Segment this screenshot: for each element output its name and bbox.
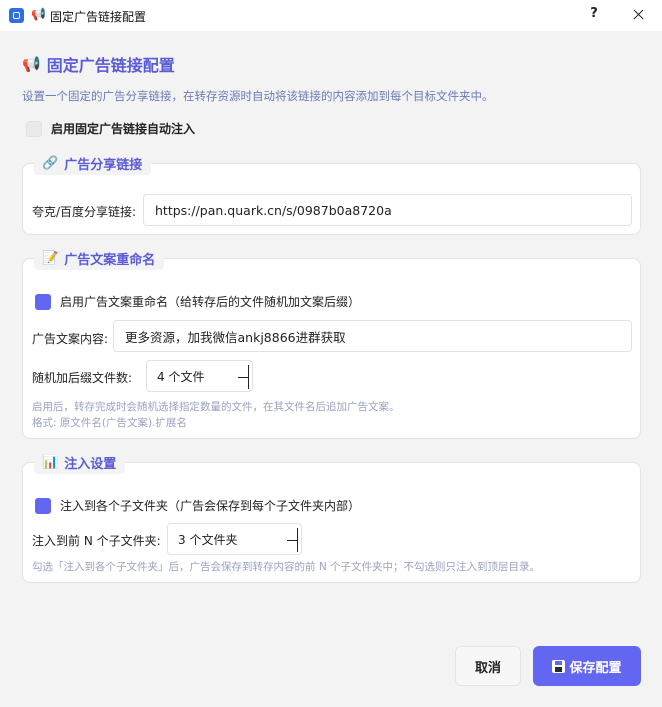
close-icon[interactable] bbox=[625, 4, 651, 26]
subfolder-count-label: 注入到前 N 个子文件夹: bbox=[32, 534, 161, 548]
suffix-count-label: 随机加后缀文件数: bbox=[32, 371, 133, 385]
suffix-count-spinbox[interactable]: 4 个文件 bbox=[146, 360, 253, 392]
rename-hint-line1: 启用后，转存完成时会随机选择指定数量的文件，在其文件名后追加广告文案。 bbox=[32, 401, 400, 413]
memo-icon: 📝 bbox=[42, 250, 59, 266]
page-title: 📢 固定广告链接配置 bbox=[22, 52, 175, 76]
enable-injection-label: 启用固定广告链接自动注入 bbox=[51, 122, 196, 136]
share-link-label: 夸克/百度分享链接: bbox=[32, 205, 137, 219]
page-description: 设置一个固定的广告分享链接，在转存资源时自动将该链接的内容添加到每个目标文件夹中… bbox=[22, 89, 494, 103]
group-title-text: 广告分享链接 bbox=[64, 157, 143, 173]
checkbox-box[interactable] bbox=[26, 120, 42, 137]
inject-hint: 勾选「注入到各个子文件夹」后，广告会保存到转存内容的前 N 个子文件夹中；不勾选… bbox=[32, 561, 541, 573]
megaphone-icon: 📢 bbox=[31, 7, 46, 21]
inject-subfolders-checkbox[interactable]: 注入到各个子文件夹（广告会保存到每个子文件夹内部） bbox=[35, 497, 360, 514]
bar-chart-icon: 📊 bbox=[42, 454, 59, 470]
share-link-input[interactable]: https://pan.quark.cn/s/0987b0a8720a bbox=[143, 194, 632, 226]
save-button[interactable]: 保存配置 bbox=[533, 646, 641, 686]
page-title-text: 固定广告链接配置 bbox=[46, 56, 175, 75]
floppy-disk-icon bbox=[552, 659, 566, 673]
enable-injection-checkbox[interactable]: 启用固定广告链接自动注入 bbox=[26, 120, 195, 137]
subfolder-count-spinbox[interactable]: 3 个文件夹 bbox=[167, 523, 302, 555]
title-bar: 📢 固定广告链接配置 ? bbox=[0, 0, 662, 31]
rename-hint-line2: 格式: 原文件名(广告文案).扩展名 bbox=[32, 417, 187, 429]
inject-subfolders-label: 注入到各个子文件夹（广告会保存到每个子文件夹内部） bbox=[60, 499, 361, 513]
spin-buttons[interactable] bbox=[238, 365, 249, 389]
inject-settings-group-title: 📊 注入设置 bbox=[34, 450, 126, 474]
rename-group-title: 📝 广告文案重命名 bbox=[34, 246, 165, 270]
group-title-text: 广告文案重命名 bbox=[64, 252, 156, 268]
group-title-text: 注入设置 bbox=[64, 456, 117, 472]
megaphone-icon: 📢 bbox=[22, 55, 41, 73]
cancel-button[interactable]: 取消 bbox=[455, 646, 521, 686]
share-link-group-title: 🔗 广告分享链接 bbox=[34, 151, 152, 175]
suffix-count-value: 4 个文件 bbox=[157, 369, 205, 384]
spin-buttons[interactable] bbox=[287, 528, 298, 552]
share-link-group: 🔗 广告分享链接 夸克/百度分享链接: https://pan.quark.cn… bbox=[22, 151, 641, 235]
subfolder-count-value: 3 个文件夹 bbox=[178, 532, 238, 547]
checkbox-box[interactable] bbox=[35, 497, 51, 514]
inject-settings-group: 📊 注入设置 注入到各个子文件夹（广告会保存到每个子文件夹内部） 注入到前 N … bbox=[22, 450, 641, 583]
ad-text-label: 广告文案内容: bbox=[32, 332, 109, 346]
checkbox-box[interactable] bbox=[35, 293, 51, 310]
app-icon bbox=[9, 8, 24, 23]
window-title: 固定广告链接配置 bbox=[50, 10, 147, 24]
enable-rename-checkbox[interactable]: 启用广告文案重命名（给转存后的文件随机加文案后缀） bbox=[35, 293, 360, 310]
rename-group: 📝 广告文案重命名 启用广告文案重命名（给转存后的文件随机加文案后缀） 广告文案… bbox=[22, 246, 641, 439]
save-button-label: 保存配置 bbox=[569, 660, 622, 676]
link-icon: 🔗 bbox=[42, 155, 59, 171]
ad-text-input[interactable]: 更多资源，加我微信ankj8866进群获取 bbox=[113, 320, 632, 352]
help-button[interactable]: ? bbox=[583, 6, 605, 26]
enable-rename-label: 启用广告文案重命名（给转存后的文件随机加文案后缀） bbox=[60, 295, 361, 309]
